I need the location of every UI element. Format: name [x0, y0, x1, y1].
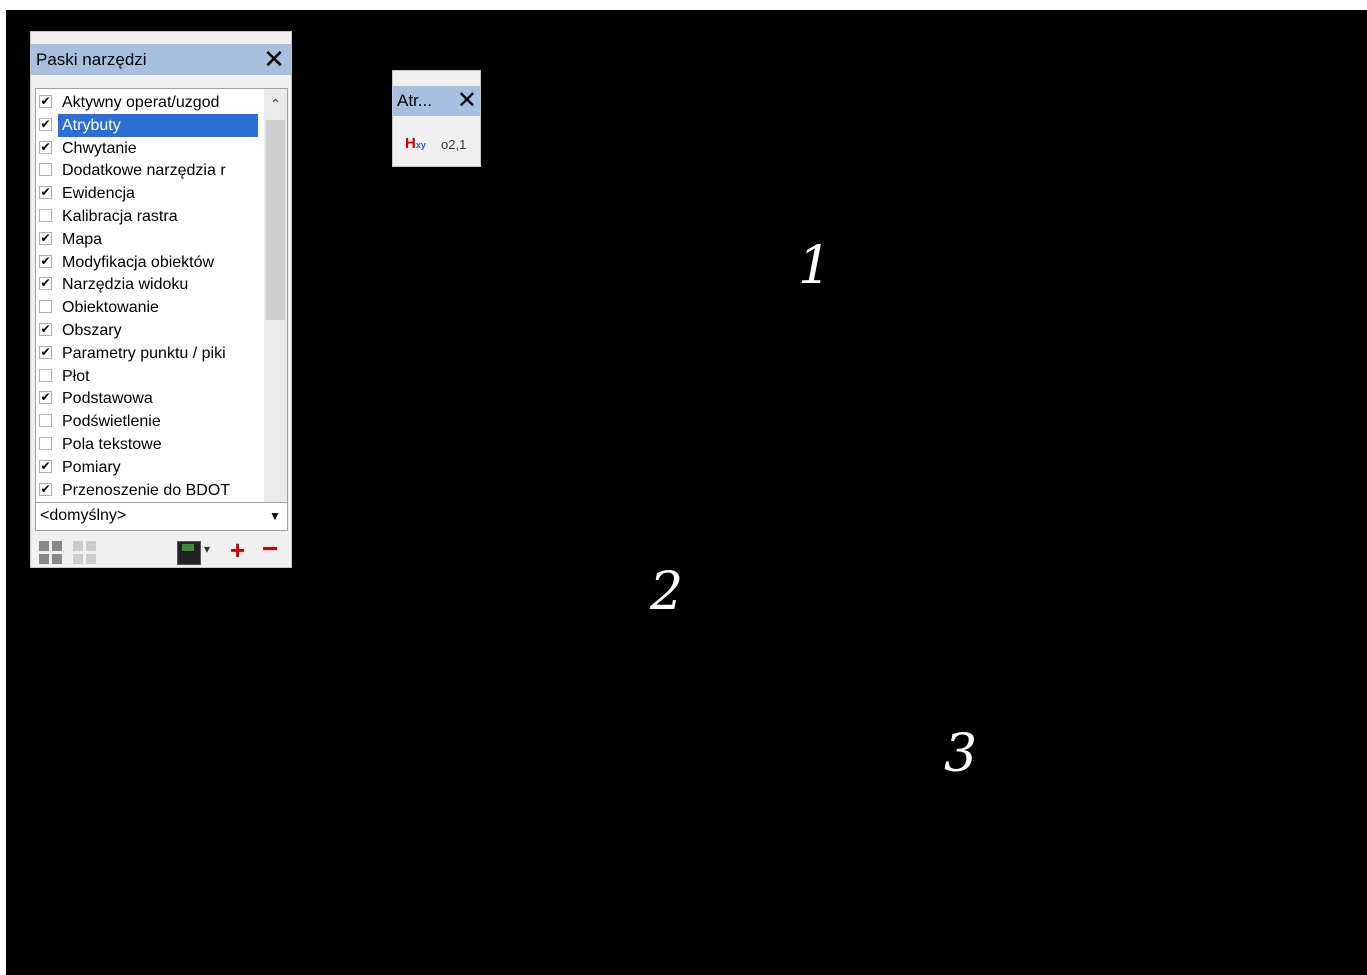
checkbox[interactable]: ✔: [39, 231, 52, 245]
uncheck-all-icon[interactable]: [73, 541, 97, 565]
list-item-label: Atrybuty: [58, 113, 258, 137]
toolbars-panel: Paski narzędzi ✕ ⌃ ⌄ ✔ Aktywny operat/uzg…: [30, 31, 292, 568]
atr-toolbar: Atr... ✕ Hxy o2,1: [392, 70, 481, 167]
checkbox[interactable]: [39, 209, 52, 222]
add-icon[interactable]: +: [230, 535, 245, 566]
checkbox[interactable]: [39, 437, 52, 450]
checkbox[interactable]: ✔: [39, 459, 52, 473]
atr-title: Atr...: [397, 91, 432, 110]
checkbox[interactable]: ✔: [39, 117, 52, 131]
list-item[interactable]: ✔ Chwytanie: [36, 137, 260, 160]
point-label-2: 2: [650, 562, 684, 622]
toolbar-list[interactable]: ⌃ ⌄ ✔ Aktywny operat/uzgod ✔ Atrybuty ✔ Chwyt…: [35, 88, 288, 522]
list-item[interactable]: ✔ Obszary: [36, 319, 260, 342]
checkbox[interactable]: ✔: [39, 277, 52, 291]
preset-select[interactable]: <domyślny> ▼: [35, 502, 288, 531]
list-item-label: Parametry punktu / piki: [62, 344, 226, 362]
panel-bottom-bar: ▾ + −: [35, 533, 288, 565]
list-item-label: Obszary: [62, 322, 122, 339]
check-all-icon[interactable]: [39, 541, 63, 565]
list-item-label: Dodatkowe narzędzia r: [62, 162, 226, 180]
list-item[interactable]: Kalibracja rastra: [36, 205, 260, 228]
checkbox[interactable]: ✔: [39, 345, 52, 359]
scroll-thumb[interactable]: [266, 120, 285, 320]
list-item[interactable]: ✔ Przenoszenie do BDOT: [36, 479, 260, 502]
panel-title: Paski narzędzi: [36, 50, 147, 69]
list-item[interactable]: Płot: [36, 365, 260, 388]
list-item-label: Obiektowanie: [62, 299, 159, 317]
dropdown-arrow-icon[interactable]: ▼: [265, 505, 285, 528]
list-item[interactable]: ✔ Pomiary: [36, 456, 260, 479]
scrollbar[interactable]: ⌃ ⌄: [264, 89, 287, 521]
list-item-label: Podświetlenie: [62, 413, 161, 431]
list-item-label: Mapa: [62, 230, 103, 248]
checkbox[interactable]: ✔: [39, 323, 52, 336]
list-item[interactable]: ✔ Mapa: [36, 228, 260, 251]
list-item[interactable]: Podświetlenie: [36, 410, 260, 433]
remove-icon[interactable]: −: [262, 533, 278, 565]
list-item[interactable]: ✔ Modyfikacja obiektów: [36, 251, 260, 274]
checkbox[interactable]: ✔: [39, 391, 52, 405]
list-item-label: Pola tekstowe: [62, 436, 162, 453]
list-item[interactable]: ✔ Aktywny operat/uzgod: [36, 91, 260, 114]
list-item[interactable]: Obiektowanie: [36, 296, 260, 319]
list-item[interactable]: ✔ Narzędzia widoku: [36, 273, 260, 296]
list-item-label: Narzędzia widoku: [62, 276, 189, 294]
list-item-label: Ewidencja: [62, 185, 135, 203]
checkbox[interactable]: ✔: [39, 254, 52, 268]
point-label-3: 3: [944, 724, 978, 784]
list-item[interactable]: ✔ Parametry punktu / piki: [36, 342, 260, 365]
coordinate-icon[interactable]: o2,1: [441, 137, 466, 152]
checkbox[interactable]: ✔: [39, 482, 52, 496]
list-item-label: Przenoszenie do BDOT: [62, 481, 231, 499]
list-item[interactable]: ✔ Ewidencja: [36, 182, 260, 205]
scroll-up-arrow-icon[interactable]: ⌃: [264, 91, 287, 117]
checkbox[interactable]: [39, 414, 52, 428]
atr-title-bar[interactable]: Atr... ✕: [393, 86, 480, 116]
panel-title-bar[interactable]: Paski narzędzi ✕: [31, 44, 291, 75]
list-item[interactable]: Pola tekstowe: [36, 433, 260, 456]
checkbox[interactable]: [39, 300, 52, 314]
checkbox[interactable]: [39, 163, 52, 177]
list-item[interactable]: ✔ Podstawowa: [36, 387, 260, 410]
checkbox[interactable]: [39, 368, 52, 382]
save-dropdown-icon[interactable]: ▾: [204, 542, 210, 556]
list-item-label: Aktywny operat/uzgod: [62, 94, 220, 111]
close-icon[interactable]: ✕: [457, 86, 477, 116]
checkbox[interactable]: ✔: [39, 95, 52, 108]
checkbox[interactable]: ✔: [39, 140, 52, 154]
point-label-1: 1: [798, 236, 832, 296]
save-icon[interactable]: [177, 541, 201, 565]
checkbox[interactable]: ✔: [39, 186, 52, 200]
close-icon[interactable]: ✕: [259, 44, 289, 75]
list-item[interactable]: Dodatkowe narzędzia r: [36, 159, 260, 182]
list-item-label: Kalibracja rastra: [62, 208, 178, 225]
list-item-label: Podstawowa: [62, 390, 153, 408]
list-item-label: Modyfikacja obiektów: [62, 253, 215, 271]
height-xy-icon[interactable]: Hxy: [405, 135, 426, 152]
list-item-label: Chwytanie: [62, 139, 137, 157]
list-item-label: Płot: [62, 367, 90, 385]
list-item[interactable]: ✔ Atrybuty: [36, 113, 260, 137]
preset-value: <domyślny>: [40, 507, 127, 524]
list-item-label: Pomiary: [62, 458, 121, 476]
